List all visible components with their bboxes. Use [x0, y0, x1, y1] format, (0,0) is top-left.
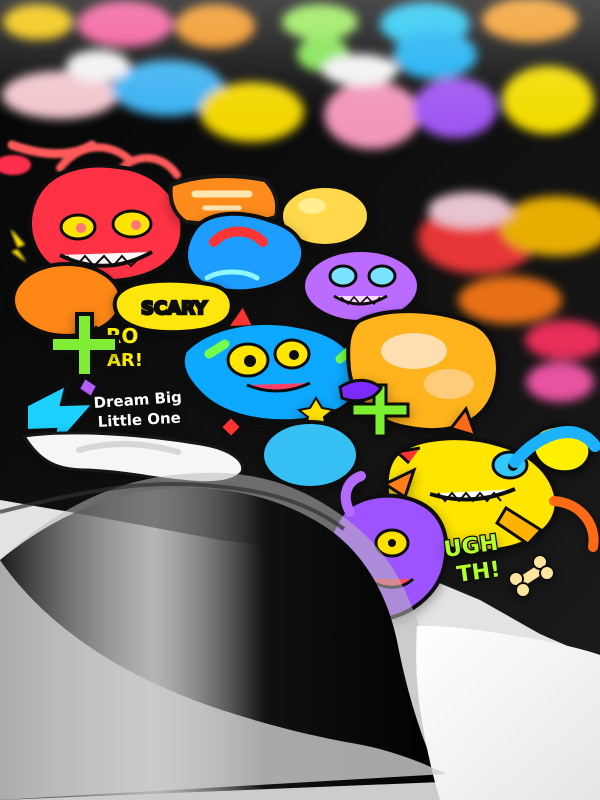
- sticker-sheet-illustration: SCARY RO AR! Dream Big Little One UGH TH…: [0, 0, 600, 800]
- top-soft-haze: [0, 0, 600, 120]
- orange-balloon-sticker: [11, 262, 123, 341]
- scary-label-text: SCARY: [141, 298, 208, 319]
- sticker-sheet-photo: SCARY RO AR! Dream Big Little One UGH TH…: [0, 0, 600, 800]
- blue-creature-sticker: [184, 211, 306, 294]
